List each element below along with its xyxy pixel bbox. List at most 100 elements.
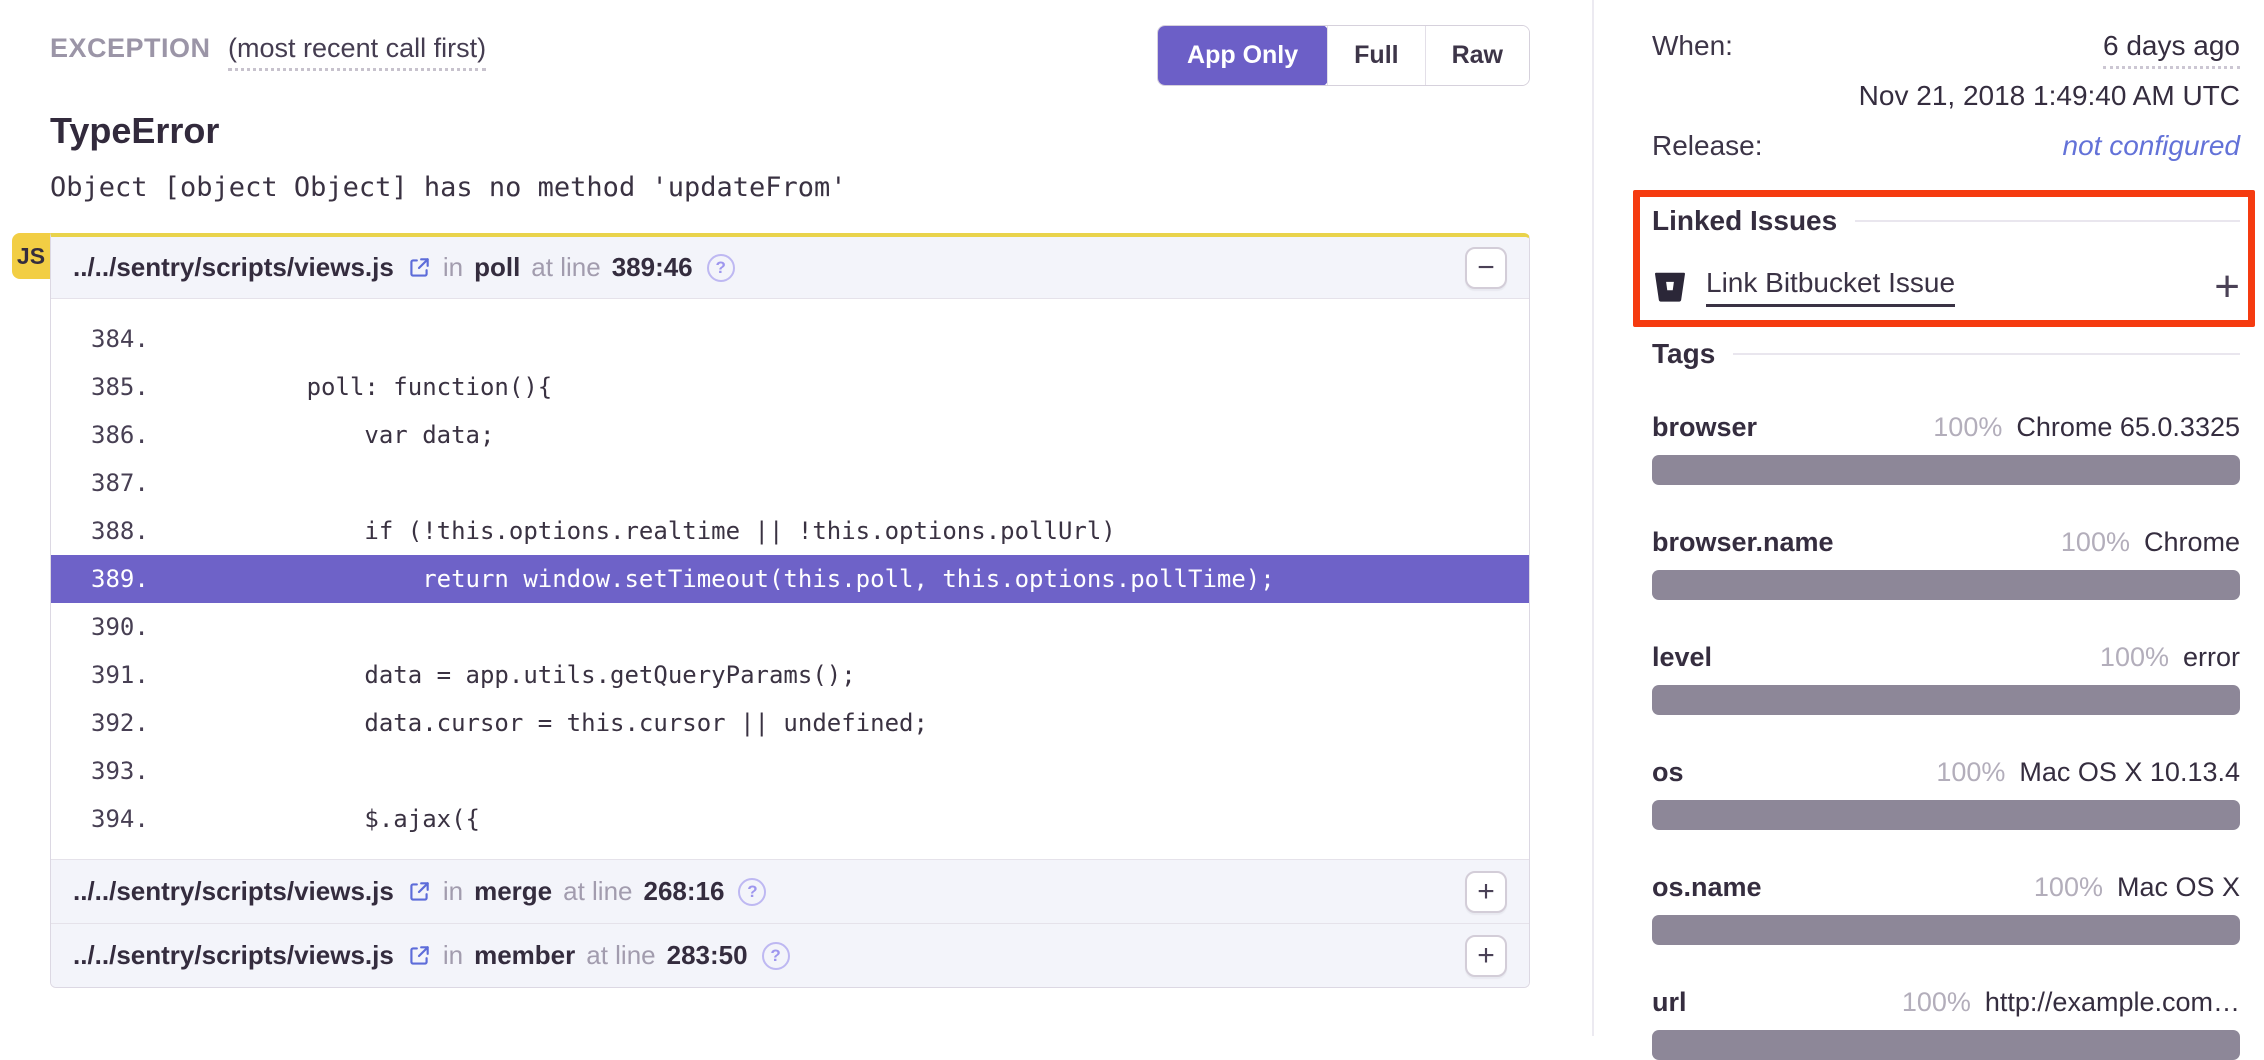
- link-bitbucket-issue-link[interactable]: Link Bitbucket Issue: [1706, 267, 1955, 307]
- release-row: Release: not configured: [1652, 130, 2240, 162]
- tag-row: level 100% error: [1652, 642, 2240, 715]
- when-absolute-time: Nov 21, 2018 1:49:40 AM UTC: [1652, 80, 2240, 112]
- tag-key[interactable]: level: [1652, 642, 1712, 673]
- stacktrace-view-toggle: App Only Full Raw: [1157, 25, 1530, 86]
- open-in-new-icon[interactable]: [406, 255, 432, 281]
- when-row: When: 6 days ago: [1652, 30, 2240, 69]
- code-line: 390.: [51, 603, 1529, 651]
- tag-value[interactable]: Mac OS X 10.13.4: [2019, 757, 2240, 787]
- frame-line-number: 389:46: [612, 252, 693, 283]
- sidebar-divider: [1592, 0, 1594, 1036]
- frame-file-link[interactable]: ../../sentry/scripts/views.js: [73, 252, 394, 283]
- code-line: 385. poll: function(){: [51, 363, 1529, 411]
- code-line: 386. var data;: [51, 411, 1529, 459]
- help-icon[interactable]: ?: [762, 942, 790, 970]
- collapse-frame-button[interactable]: −: [1465, 247, 1507, 289]
- code-line: 394. $.ajax({: [51, 795, 1529, 843]
- tag-distribution-bar: [1652, 800, 2240, 830]
- stack-frame: ../../sentry/scripts/views.js in poll at…: [50, 233, 1530, 988]
- frame-function: member: [474, 940, 575, 971]
- frame-line-number: 283:50: [667, 940, 748, 971]
- bitbucket-integration-row: Link Bitbucket Issue +: [1652, 267, 2240, 307]
- tag-distribution-bar: [1652, 455, 2240, 485]
- tag-percent: 100%: [1933, 412, 2002, 442]
- code-line-crash: 389. return window.setTimeout(this.poll,…: [51, 555, 1529, 603]
- tag-percent: 100%: [1936, 757, 2005, 787]
- expand-frame-button[interactable]: +: [1465, 935, 1507, 977]
- tag-key[interactable]: url: [1652, 987, 1687, 1018]
- help-icon[interactable]: ?: [707, 254, 735, 282]
- toggle-app-only-button[interactable]: App Only: [1157, 25, 1328, 86]
- collapsed-stack-frame: ../../sentry/scripts/views.js in merge a…: [51, 859, 1529, 923]
- frame-line-number: 268:16: [644, 876, 725, 907]
- tag-value[interactable]: error: [2183, 642, 2240, 672]
- code-line: 384.: [51, 315, 1529, 363]
- tag-key[interactable]: os: [1652, 757, 1684, 788]
- linked-issues-heading: Linked Issues: [1652, 205, 2240, 237]
- exception-title: EXCEPTION: [50, 33, 211, 63]
- tag-value[interactable]: http://example.com…: [1985, 987, 2240, 1017]
- frame-function: poll: [474, 252, 520, 283]
- in-label: in: [443, 252, 463, 283]
- exception-header: EXCEPTION (most recent call first): [50, 33, 486, 64]
- release-label: Release:: [1652, 130, 1763, 162]
- frame-header: ../../sentry/scripts/views.js in poll at…: [51, 237, 1529, 299]
- platform-js-badge: JS: [12, 233, 50, 279]
- heading-rule: [1855, 220, 2240, 222]
- tag-distribution-bar: [1652, 570, 2240, 600]
- code-line: 391. data = app.utils.getQueryParams();: [51, 651, 1529, 699]
- open-in-new-icon[interactable]: [406, 879, 432, 905]
- expand-frame-button[interactable]: +: [1465, 871, 1507, 913]
- code-line: 387.: [51, 459, 1529, 507]
- linked-issues-section: Linked Issues Link Bitbucket Issue +: [1652, 205, 2240, 307]
- at-line-label: at line: [586, 940, 655, 971]
- tag-distribution-bar: [1652, 685, 2240, 715]
- toggle-full-button[interactable]: Full: [1327, 26, 1424, 85]
- add-linked-issue-button[interactable]: +: [2214, 269, 2240, 304]
- open-in-new-icon[interactable]: [406, 943, 432, 969]
- tag-percent: 100%: [2100, 642, 2169, 672]
- code-line: 392. data.cursor = this.cursor || undefi…: [51, 699, 1529, 747]
- tag-key[interactable]: browser.name: [1652, 527, 1834, 558]
- tag-percent: 100%: [2034, 872, 2103, 902]
- code-line: 388. if (!this.options.realtime || !this…: [51, 507, 1529, 555]
- at-line-label: at line: [563, 876, 632, 907]
- call-order-hint[interactable]: (most recent call first): [228, 33, 486, 71]
- toggle-raw-button[interactable]: Raw: [1425, 26, 1529, 85]
- release-not-configured-link[interactable]: not configured: [2063, 130, 2240, 162]
- tag-row: url 100% http://example.com…: [1652, 987, 2240, 1060]
- tag-value[interactable]: Chrome: [2144, 527, 2240, 557]
- exception-message: Object [object Object] has no method 'up…: [50, 172, 847, 203]
- tags-heading: Tags: [1652, 338, 2240, 370]
- tag-distribution-bar: [1652, 915, 2240, 945]
- frame-file-link[interactable]: ../../sentry/scripts/views.js: [73, 940, 394, 971]
- tag-row: browser.name 100% Chrome: [1652, 527, 2240, 600]
- exception-pane: EXCEPTION (most recent call first) App O…: [50, 0, 1530, 1036]
- event-sidebar: When: 6 days ago Nov 21, 2018 1:49:40 AM…: [1652, 0, 2240, 1036]
- tag-percent: 100%: [2061, 527, 2130, 557]
- code-line: 393.: [51, 747, 1529, 795]
- when-relative-time[interactable]: 6 days ago: [2103, 30, 2240, 69]
- frame-file-link[interactable]: ../../sentry/scripts/views.js: [73, 876, 394, 907]
- in-label: in: [443, 940, 463, 971]
- bitbucket-icon: [1652, 269, 1688, 305]
- at-line-label: at line: [531, 252, 600, 283]
- source-context: 384. 385. poll: function(){ 386. var dat…: [51, 299, 1529, 859]
- tag-row: os.name 100% Mac OS X: [1652, 872, 2240, 945]
- tag-value[interactable]: Mac OS X: [2117, 872, 2240, 902]
- help-icon[interactable]: ?: [738, 878, 766, 906]
- tags-section: Tags browser 100% Chrome 65.0.3325 browse…: [1652, 338, 2240, 1060]
- collapsed-stack-frame: ../../sentry/scripts/views.js in member …: [51, 923, 1529, 987]
- tag-row: browser 100% Chrome 65.0.3325: [1652, 412, 2240, 485]
- when-label: When:: [1652, 30, 1733, 69]
- tag-distribution-bar: [1652, 1030, 2240, 1060]
- tag-row: os 100% Mac OS X 10.13.4: [1652, 757, 2240, 830]
- heading-rule: [1733, 353, 2240, 355]
- in-label: in: [443, 876, 463, 907]
- tag-value[interactable]: Chrome 65.0.3325: [2016, 412, 2240, 442]
- exception-type: TypeError: [50, 110, 219, 152]
- tag-key[interactable]: os.name: [1652, 872, 1762, 903]
- frame-function: merge: [474, 876, 552, 907]
- tag-key[interactable]: browser: [1652, 412, 1757, 443]
- tag-percent: 100%: [1902, 987, 1971, 1017]
